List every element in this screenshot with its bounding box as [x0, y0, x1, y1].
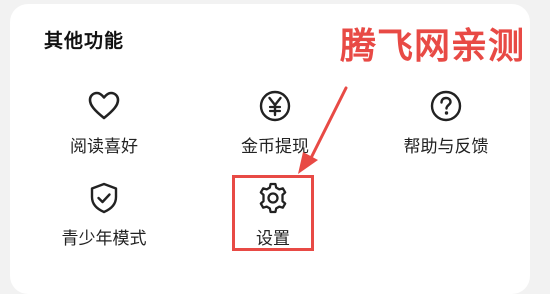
menu-item-label: 阅读喜好	[70, 137, 138, 157]
section-title: 其他功能	[44, 30, 125, 52]
shield-check-icon	[90, 182, 118, 214]
menu-item-help-feedback[interactable]: 帮助与反馈	[386, 88, 506, 157]
help-circle-icon	[430, 90, 462, 122]
menu-item-coin-withdraw[interactable]: 金币提现	[215, 88, 335, 157]
menu-item-label: 金币提现	[241, 137, 309, 157]
menu-item-teen-mode[interactable]: 青少年模式	[44, 180, 164, 249]
menu-item-label: 青少年模式	[61, 229, 147, 249]
menu-item-reading-preference[interactable]: 阅读喜好	[44, 88, 164, 157]
watermark-text: 腾飞网亲测	[340, 26, 526, 67]
menu-item-label: 帮助与反馈	[403, 137, 489, 157]
annotation-highlight-box	[232, 175, 314, 251]
heart-icon	[88, 91, 120, 120]
yen-coin-icon	[259, 90, 291, 122]
